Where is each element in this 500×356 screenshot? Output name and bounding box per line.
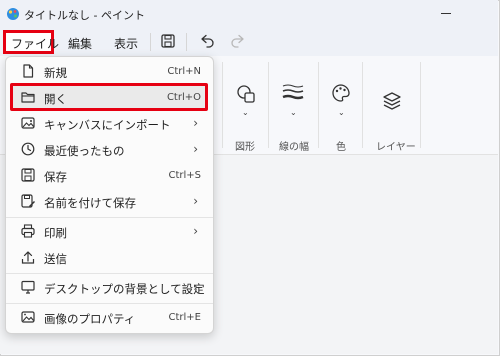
menu-item-label: キャンバスにインポート xyxy=(44,118,171,132)
menu-item-save-as[interactable]: 名前を付けて保存 › xyxy=(12,190,207,214)
layers-icon[interactable] xyxy=(382,91,402,111)
save-icon[interactable] xyxy=(161,34,175,48)
open-folder-icon xyxy=(21,92,35,103)
menu-view[interactable]: 表示 xyxy=(114,35,138,52)
menu-edit[interactable]: 編集 xyxy=(68,35,92,52)
chevron-right-icon: › xyxy=(193,280,198,294)
menu-item-new[interactable]: 新規 Ctrl+N xyxy=(12,60,207,84)
redo-icon[interactable] xyxy=(230,33,246,49)
import-image-icon xyxy=(21,117,35,129)
chevron-right-icon: › xyxy=(193,116,198,130)
menu-item-label: 開く xyxy=(44,92,67,106)
menu-item-label: 名前を付けて保存 xyxy=(44,196,136,210)
shapes-icon[interactable] xyxy=(236,84,256,104)
window-title: タイトルなし - ペイント xyxy=(24,9,145,22)
menu-item-label: 保存 xyxy=(44,170,67,184)
menu-separator xyxy=(6,273,213,274)
send-icon xyxy=(21,251,35,264)
new-file-icon xyxy=(23,64,34,78)
file-menu: 新規 Ctrl+N 開く Ctrl+O キャンバスにインポート › 最近使ったも… xyxy=(5,56,214,334)
chevron-down-icon[interactable]: ⌄ xyxy=(242,108,249,117)
ribbon-separator xyxy=(318,62,319,148)
menu-item-label: 新規 xyxy=(44,66,67,80)
menu-item-recent[interactable]: 最近使ったもの › xyxy=(12,138,207,162)
paint-app-icon xyxy=(7,8,19,20)
shortcut-label: Ctrl+O xyxy=(166,92,201,103)
menu-item-label: 印刷 xyxy=(44,226,67,240)
menu-item-print[interactable]: 印刷 › xyxy=(12,220,207,244)
menu-item-label: 画像のプロパティ xyxy=(44,312,136,326)
undo-icon[interactable] xyxy=(199,33,215,49)
desktop-icon xyxy=(21,280,35,294)
line-width-icon[interactable] xyxy=(282,83,304,101)
save-as-icon xyxy=(21,194,35,208)
chevron-down-icon[interactable]: ⌄ xyxy=(290,108,297,117)
menu-item-import-to-canvas[interactable]: キャンバスにインポート › xyxy=(12,112,207,136)
image-properties-icon xyxy=(21,311,35,323)
chevron-down-icon[interactable]: ⌄ xyxy=(338,108,345,117)
menu-item-save[interactable]: 保存 Ctrl+S xyxy=(12,164,207,188)
shapes-label: 図形 xyxy=(235,142,255,153)
shortcut-label: Ctrl+N xyxy=(167,66,201,77)
menu-separator xyxy=(6,217,213,218)
ribbon-separator xyxy=(222,62,223,148)
chevron-right-icon: › xyxy=(193,224,198,238)
printer-icon xyxy=(21,224,35,238)
menu-item-label: デスクトップの背景として設定 xyxy=(44,282,205,296)
menu-item-label: 送信 xyxy=(44,252,67,266)
clock-icon xyxy=(21,142,35,156)
menu-item-set-desktop-background[interactable]: デスクトップの背景として設定 › xyxy=(12,276,207,300)
title-bar: タイトルなし - ペイント xyxy=(0,0,498,28)
save-icon xyxy=(21,168,35,182)
menu-separator xyxy=(6,303,213,304)
ribbon-separator xyxy=(268,62,269,148)
shortcut-label: Ctrl+S xyxy=(168,170,201,181)
line-width-label: 線の幅 xyxy=(279,142,309,153)
menu-separator xyxy=(186,33,187,51)
minimize-icon[interactable] xyxy=(439,6,453,20)
shortcut-label: Ctrl+E xyxy=(168,312,202,323)
menu-item-send[interactable]: 送信 xyxy=(12,246,207,270)
chevron-right-icon: › xyxy=(193,142,198,156)
layers-label: レイヤー xyxy=(376,142,416,153)
menu-file[interactable]: ファイル xyxy=(11,35,59,52)
menu-item-open[interactable]: 開く Ctrl+O xyxy=(12,86,207,110)
color-label: 色 xyxy=(336,142,346,153)
ribbon-separator xyxy=(362,62,363,148)
menu-separator xyxy=(150,33,151,51)
chevron-right-icon: › xyxy=(193,194,198,208)
color-palette-icon[interactable] xyxy=(331,83,351,103)
menu-item-image-properties[interactable]: 画像のプロパティ Ctrl+E xyxy=(12,306,207,330)
menu-item-label: 最近使ったもの xyxy=(44,144,125,158)
ribbon-separator xyxy=(420,62,421,148)
